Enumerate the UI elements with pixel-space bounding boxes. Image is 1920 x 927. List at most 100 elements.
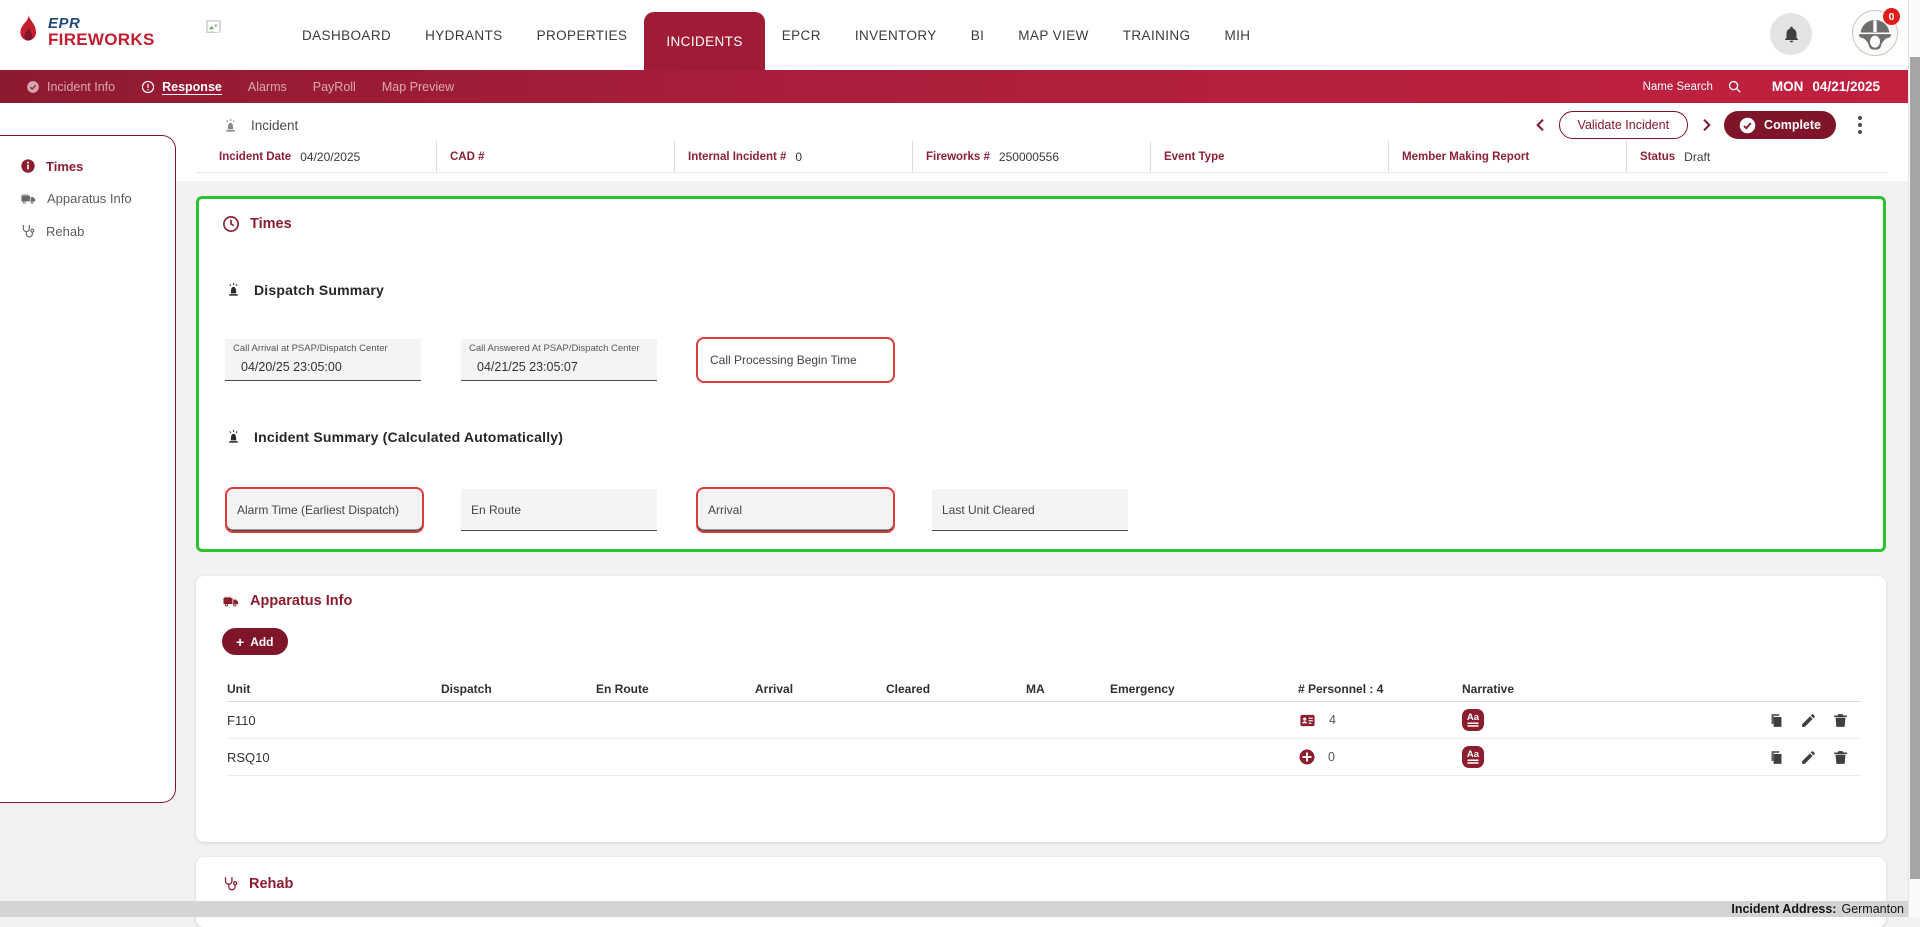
siren-icon (225, 281, 242, 298)
incident-fields-row: Incident Date 04/20/2025 CAD # Internal … (196, 141, 1888, 173)
table-row: F110 4 Aa (227, 702, 1861, 739)
sidebar-item-rehab[interactable]: Rehab (0, 215, 175, 247)
field-label: Status (1640, 151, 1675, 163)
field-label: Call Arrival at PSAP/Dispatch Center (233, 343, 388, 354)
date-day: MON (1772, 79, 1804, 94)
dispatch-summary-label: Dispatch Summary (254, 282, 384, 298)
delete-row-icon[interactable] (1832, 749, 1849, 766)
bell-icon (1782, 25, 1801, 44)
copy-row-icon[interactable] (1768, 712, 1785, 729)
check-circle-icon (1739, 117, 1756, 134)
narrative-icon[interactable]: Aa (1462, 709, 1484, 731)
name-search-button[interactable]: Name Search (1643, 79, 1742, 94)
subnav-label: Map Preview (382, 80, 454, 94)
alarm-time-field[interactable]: Alarm Time (Earliest Dispatch) (225, 487, 424, 533)
add-apparatus-button[interactable]: + Add (222, 628, 288, 655)
prev-incident-button[interactable] (1533, 117, 1549, 133)
field-label: Incident Date (219, 151, 291, 163)
last-unit-cleared-field[interactable]: Last Unit Cleared (932, 489, 1128, 531)
subnav-label: Alarms (248, 80, 287, 94)
unit-cell: F110 (227, 713, 441, 728)
field-label: Arrival (708, 503, 742, 517)
nav-label: TRAINING (1123, 28, 1191, 43)
col-arrival: Arrival (755, 682, 886, 696)
sidebar-item-apparatus-info[interactable]: Apparatus Info (0, 182, 175, 215)
incident-sub-nav: Incident Info Response Alarms PayRoll Ma… (0, 70, 1920, 103)
sidebar-item-label: Apparatus Info (47, 191, 132, 206)
delete-row-icon[interactable] (1832, 712, 1849, 729)
field-label: Event Type (1164, 151, 1225, 163)
fire-truck-icon (20, 190, 37, 207)
incident-title-bar: Incident Validate Incident Complete (196, 110, 1888, 140)
add-label: Add (250, 635, 273, 649)
validate-incident-button[interactable]: Validate Incident (1559, 111, 1689, 139)
nav-epcr[interactable]: EPCR (765, 0, 838, 70)
section-sidebar: Times Apparatus Info Rehab (0, 135, 176, 803)
more-options-button[interactable] (1854, 112, 1866, 138)
next-incident-button[interactable] (1698, 117, 1714, 133)
col-dispatch: Dispatch (441, 682, 596, 696)
call-answered-psap-field[interactable]: Call Answered At PSAP/Dispatch Center 04… (461, 339, 657, 381)
col-personnel: # Personnel : 4 (1298, 682, 1462, 696)
subnav-payroll[interactable]: PayRoll (313, 80, 356, 94)
sidebar-item-times[interactable]: Times (0, 150, 175, 182)
app-logo: EPR FIREWORKS (14, 13, 155, 51)
scrollbar-thumb[interactable] (1910, 57, 1920, 879)
apparatus-table-header: Unit Dispatch En Route Arrival Cleared M… (227, 676, 1861, 702)
plus-icon: + (236, 634, 244, 650)
times-section-title: Times (222, 215, 292, 233)
col-unit: Unit (227, 682, 441, 696)
user-avatar[interactable]: 0 (1852, 10, 1898, 56)
field-fireworks-number: Fireworks # 250000556 (912, 141, 1150, 172)
svg-text:Aa: Aa (1467, 749, 1480, 760)
nav-label: MIH (1224, 28, 1250, 43)
unit-cell: RSQ10 (227, 750, 441, 765)
nav-properties[interactable]: PROPERTIES (520, 0, 645, 70)
edit-row-icon[interactable] (1800, 712, 1817, 729)
rehab-title-label: Rehab (249, 876, 293, 892)
nav-label: EPCR (782, 28, 821, 43)
siren-icon (225, 428, 242, 445)
call-processing-begin-time-field[interactable]: Call Processing Begin Time (696, 337, 895, 383)
check-circle-icon (26, 80, 40, 94)
arrival-field[interactable]: Arrival (696, 487, 895, 533)
notifications-button[interactable] (1770, 13, 1812, 55)
copy-row-icon[interactable] (1768, 749, 1785, 766)
edit-row-icon[interactable] (1800, 749, 1817, 766)
field-incident-date: Incident Date 04/20/2025 (196, 141, 436, 172)
narrative-icon[interactable]: Aa (1462, 746, 1484, 768)
call-arrival-psap-field[interactable]: Call Arrival at PSAP/Dispatch Center 04/… (225, 339, 421, 381)
subnav-alarms[interactable]: Alarms (248, 80, 287, 94)
field-value: Draft (1684, 150, 1710, 164)
subnav-map-preview[interactable]: Map Preview (382, 80, 454, 94)
nav-mih[interactable]: MIH (1207, 0, 1267, 70)
info-circle-icon (20, 158, 36, 174)
nav-dashboard[interactable]: DASHBOARD (285, 0, 408, 70)
stethoscope-icon (20, 223, 36, 239)
subnav-incident-info[interactable]: Incident Info (26, 80, 115, 94)
nav-label: DASHBOARD (302, 28, 391, 43)
nav-inventory[interactable]: INVENTORY (838, 0, 954, 70)
nav-incidents[interactable]: INCIDENTS (644, 12, 764, 70)
nav-hydrants[interactable]: HYDRANTS (408, 0, 519, 70)
fire-truck-icon (222, 592, 240, 610)
add-personnel-icon[interactable] (1298, 748, 1316, 766)
incident-address-value: Germanton (1841, 902, 1904, 916)
nav-training[interactable]: TRAINING (1106, 0, 1208, 70)
field-label: En Route (471, 503, 521, 517)
subnav-label: Incident Info (47, 80, 115, 94)
clock-icon (222, 215, 240, 233)
logo-fireworks-text: FIREWORKS (48, 31, 155, 48)
date-value: 04/21/2025 (1812, 79, 1880, 94)
col-narrative: Narrative (1462, 682, 1712, 696)
field-label: Last Unit Cleared (942, 503, 1035, 517)
personnel-badge-icon[interactable] (1298, 712, 1317, 729)
subnav-response[interactable]: Response (141, 80, 222, 94)
logo-epr-text: EPR (48, 16, 155, 31)
field-label: Call Answered At PSAP/Dispatch Center (469, 343, 640, 354)
vertical-scrollbar[interactable] (1908, 0, 1920, 917)
complete-button[interactable]: Complete (1724, 111, 1836, 139)
nav-map-view[interactable]: MAP VIEW (1001, 0, 1105, 70)
nav-bi[interactable]: BI (954, 0, 1002, 70)
en-route-field[interactable]: En Route (461, 489, 657, 531)
